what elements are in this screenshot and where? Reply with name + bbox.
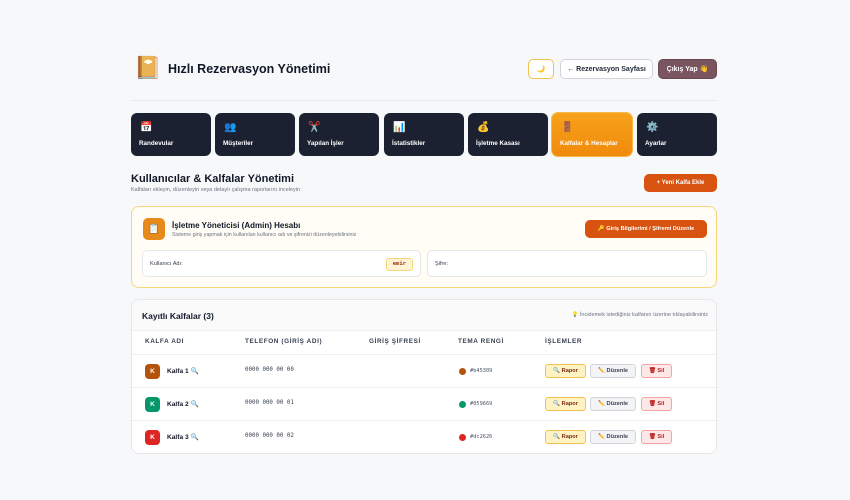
avatar: K (145, 364, 160, 379)
avatar: K (145, 430, 160, 445)
header-divider (131, 100, 717, 101)
clipboard-icon: 📋 (143, 218, 165, 240)
moon-icon: 🌙 (536, 66, 546, 73)
tab-randevular[interactable]: 📅 Randevular (131, 113, 211, 156)
list-header: Kayıtlı Kalfalar (3) 💡 İncelemek istediğ… (132, 300, 716, 331)
section-title: Kullanıcılar & Kalfalar Yönetimi (131, 173, 295, 185)
kalfa-phone: 0000 000 00 02 (245, 433, 294, 439)
tab-istatistikler[interactable]: 📊 İstatistikler (384, 113, 464, 156)
tab-label: Kalfalar & Hesaplar (560, 140, 618, 147)
app-header: 📔 Hızlı Rezervasyon Yönetimi 🌙 ← Rezerva… (131, 54, 717, 84)
tab-label: Randevular (139, 140, 174, 147)
money-bag-icon: 💰 (477, 122, 490, 133)
table-row[interactable]: K Kalfa 3 🔍 0000 000 00 02 #dc2626 🔍 Rap… (132, 420, 716, 453)
reservation-page-button[interactable]: ← Rezervasyon Sayfası (560, 59, 653, 79)
page-title: Hızlı Rezervasyon Yönetimi (168, 62, 331, 76)
theme-color-code: #b45309 (470, 367, 493, 374)
kalfa-phone: 0000 000 00 00 (245, 367, 294, 373)
avatar: K (145, 397, 160, 412)
kalfa-name[interactable]: Kalfa 1 🔍 (167, 367, 199, 375)
column-header-actions: İŞLEMLER (545, 338, 583, 345)
chart-icon: 📊 (393, 122, 406, 133)
delete-button[interactable]: 🗑 Sil (641, 430, 672, 444)
column-header-name: KALFA ADI (145, 338, 185, 345)
admin-account-card: 📋 İşletme Yöneticisi (Admin) Hesabı Sist… (131, 206, 717, 288)
report-button[interactable]: 🔍 Rapor (545, 364, 586, 378)
tab-label: Ayarlar (645, 140, 667, 147)
delete-button[interactable]: 🗑 Sil (641, 397, 672, 411)
password-label: Şifre: (435, 261, 449, 267)
notebook-icon: 📔 (134, 55, 162, 80)
list-title: Kayıtlı Kalfalar (3) (142, 311, 214, 321)
username-value: emir (385, 258, 413, 271)
kalfa-phone: 0000 000 00 01 (245, 400, 294, 406)
table-row[interactable]: K Kalfa 2 🔍 0000 000 00 01 #059669 🔍 Rap… (132, 387, 716, 420)
kalfa-name[interactable]: Kalfa 2 🔍 (167, 400, 199, 408)
theme-color-swatch (459, 401, 466, 408)
password-field: Şifre: (427, 250, 707, 277)
theme-color-code: #059669 (470, 400, 493, 407)
tab-yapilan-isler[interactable]: ✂️ Yapılan İşler (299, 113, 379, 156)
theme-color-swatch (459, 368, 466, 375)
main-tabs: 📅 Randevular 👥 Müşteriler ✂️ Yapılan İşl… (131, 113, 717, 156)
tab-musteriler[interactable]: 👥 Müşteriler (215, 113, 295, 156)
tab-label: Yapılan İşler (307, 140, 344, 147)
theme-color-code: #dc2626 (470, 433, 493, 440)
tab-label: Müşteriler (223, 140, 254, 147)
gear-icon: ⚙️ (646, 122, 659, 133)
calendar-icon: 📅 (140, 122, 153, 133)
list-hint: 💡 İncelemek istediğiniz kalfanın üzerine… (571, 312, 708, 318)
tab-ayarlar[interactable]: ⚙️ Ayarlar (637, 113, 717, 156)
edit-button[interactable]: ✏️ Düzenle (590, 430, 636, 444)
users-icon: 👥 (224, 122, 237, 133)
door-icon: 🚪 (561, 122, 574, 133)
edit-button[interactable]: ✏️ Düzenle (590, 364, 636, 378)
report-button[interactable]: 🔍 Rapor (545, 430, 586, 444)
tab-label: İşletme Kasası (476, 140, 520, 147)
kalfa-list-card: Kayıtlı Kalfalar (3) 💡 İncelemek istediğ… (131, 299, 717, 454)
theme-toggle-button[interactable]: 🌙 (528, 59, 554, 79)
column-header-color: TEMA RENGİ (458, 338, 504, 345)
add-kalfa-button[interactable]: + Yeni Kalfa Ekle (644, 174, 717, 192)
admin-card-subtitle: Sisteme giriş yapmak için kullanılan kul… (172, 232, 357, 238)
tab-isletme-kasasi[interactable]: 💰 İşletme Kasası (468, 113, 548, 156)
username-label: Kullanıcı Adı: (150, 261, 183, 267)
edit-button[interactable]: ✏️ Düzenle (590, 397, 636, 411)
column-header-password: GİRİŞ ŞİFRESİ (369, 338, 421, 345)
scissors-icon: ✂️ (308, 122, 321, 133)
tab-kalfalar-hesaplar[interactable]: 🚪 Kalfalar & Hesaplar (552, 113, 632, 156)
username-field: Kullanıcı Adı: emir (142, 250, 421, 277)
kalfa-name[interactable]: Kalfa 3 🔍 (167, 433, 199, 441)
admin-card-title: İşletme Yöneticisi (Admin) Hesabı (172, 221, 301, 230)
theme-color-swatch (459, 434, 466, 441)
logout-button[interactable]: Çıkış Yap 👋 (658, 59, 717, 79)
section-subtitle: Kalfaları ekleyin, düzenleyin veya detay… (131, 187, 301, 193)
report-button[interactable]: 🔍 Rapor (545, 397, 586, 411)
delete-button[interactable]: 🗑 Sil (641, 364, 672, 378)
column-header-phone: TELEFON (GİRİŞ ADI) (245, 338, 323, 345)
tab-label: İstatistikler (392, 140, 426, 147)
edit-credentials-button[interactable]: 🔑 Giriş Bilgilerimi / Şifremi Düzenle (585, 220, 707, 238)
table-row[interactable]: K Kalfa 1 🔍 0000 000 00 00 #b45309 🔍 Rap… (132, 354, 716, 387)
